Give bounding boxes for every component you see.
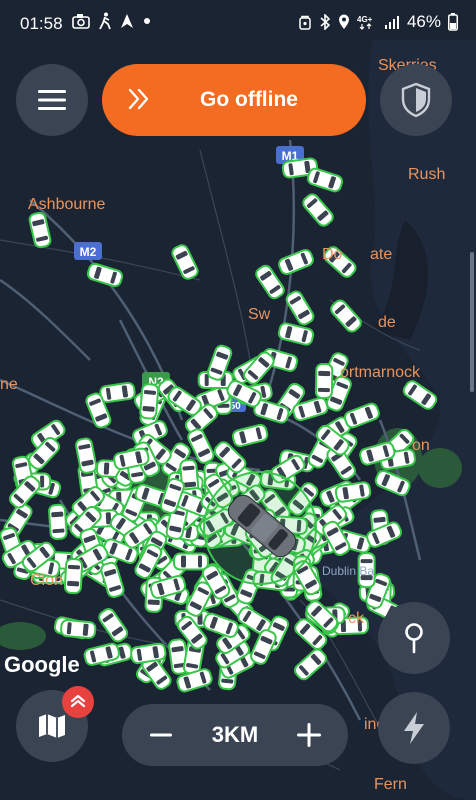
map-label-malahide: de: [378, 314, 396, 331]
map-label-donabate-end: ate: [370, 246, 393, 263]
zoom-in-button[interactable]: [284, 710, 334, 760]
car-icon: [48, 503, 68, 541]
network-4g-icon: 4G+: [357, 15, 373, 30]
navigation-arrow-icon: [121, 14, 133, 28]
map-label-fernhill: Fern: [374, 776, 407, 793]
plus-icon: [297, 723, 321, 747]
chevron-up-stack-icon: [70, 694, 86, 708]
car-icon: [314, 362, 334, 400]
location-button[interactable]: [378, 602, 450, 674]
car-icon: [99, 381, 136, 404]
map-label-ashbourne: Ashbourne: [28, 196, 106, 213]
car-icon: [60, 619, 97, 640]
map-label-blackrock: ck: [348, 610, 364, 627]
walking-icon: [99, 12, 111, 30]
go-offline-label: Go offline: [200, 88, 298, 111]
boost-button[interactable]: [378, 692, 450, 764]
car-icon: [139, 383, 160, 420]
map-icon: [39, 714, 65, 738]
road-shield-m2: M2: [74, 242, 102, 260]
map-label-portmarnock: ortmarnock: [340, 364, 421, 381]
map-label-swords: Sw: [248, 306, 271, 323]
signal-icon: [384, 16, 399, 29]
go-offline-button[interactable]: Go offline: [102, 64, 366, 136]
lightning-bolt-icon: [404, 712, 424, 744]
shield-icon: [401, 82, 431, 118]
safety-button[interactable]: [380, 64, 452, 136]
map-scrollbar[interactable]: [470, 252, 474, 392]
location-search-icon: [405, 623, 423, 654]
heatmap-badge[interactable]: [62, 686, 94, 718]
menu-button[interactable]: [16, 64, 88, 136]
status-left-icons: [72, 12, 152, 30]
map-label-dublin-bay: Dublin Ba: [322, 564, 375, 578]
dot-icon: [144, 18, 150, 24]
svg-text:4G+: 4G+: [357, 15, 373, 24]
google-logo: Google: [4, 652, 80, 677]
hamburger-menu-icon: [38, 90, 66, 110]
svg-text:M2: M2: [80, 245, 97, 259]
camera-icon: [72, 14, 90, 29]
location-pin-icon: [338, 14, 349, 29]
battery-icon: [448, 13, 458, 31]
driver-location-marker: [203, 471, 317, 585]
car-icon: [63, 558, 84, 595]
map-label-howth: on: [412, 437, 430, 454]
battery-percent: 46%: [406, 12, 441, 31]
map-label-ashbourne-west: ne: [0, 376, 18, 393]
status-time: 01:58: [20, 14, 63, 33]
zoom-control: 3KM: [122, 704, 348, 766]
map-label-rush: Rush: [408, 166, 446, 183]
car-icon: [173, 552, 209, 571]
status-right-icons: 4G+ 46%: [298, 12, 458, 32]
bluetooth-icon: [320, 14, 331, 30]
map-label-donabate-start: Do: [322, 246, 343, 263]
status-bar: 01:58 4G+ 46%: [0, 0, 476, 50]
map-label-clonee: Clon: [30, 572, 63, 589]
lock-app-icon: [299, 15, 311, 30]
